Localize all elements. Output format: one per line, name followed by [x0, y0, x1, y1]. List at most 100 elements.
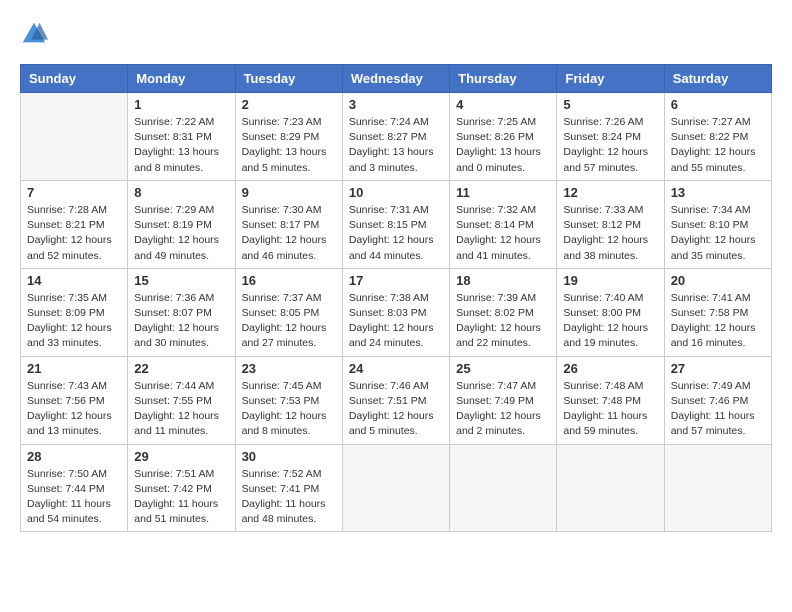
day-info: Sunrise: 7:22 AMSunset: 8:31 PMDaylight:… — [134, 115, 228, 176]
day-cell: 14Sunrise: 7:35 AMSunset: 8:09 PMDayligh… — [21, 268, 128, 356]
day-info: Sunrise: 7:30 AMSunset: 8:17 PMDaylight:… — [242, 203, 336, 264]
day-number: 10 — [349, 185, 443, 200]
day-cell: 4 Sunrise: 7:25 AMSunset: 8:26 PMDaylight… — [450, 93, 557, 181]
header-cell-sunday: Sunday — [21, 65, 128, 93]
day-info: Sunrise: 7:23 AMSunset: 8:29 PMDaylight:… — [242, 115, 336, 176]
day-number: 15 — [134, 273, 228, 288]
day-number: 7 — [27, 185, 121, 200]
day-number: 12 — [563, 185, 657, 200]
day-info: Sunrise: 7:43 AMSunset: 7:56 PMDaylight:… — [27, 379, 121, 440]
day-cell: 7 Sunrise: 7:28 AMSunset: 8:21 PMDaylight… — [21, 180, 128, 268]
day-cell: 30Sunrise: 7:52 AMSunset: 7:41 PMDayligh… — [235, 444, 342, 532]
day-info: Sunrise: 7:34 AMSunset: 8:10 PMDaylight:… — [671, 203, 765, 264]
day-info: Sunrise: 7:49 AMSunset: 7:46 PMDaylight:… — [671, 379, 765, 440]
day-cell: 2 Sunrise: 7:23 AMSunset: 8:29 PMDaylight… — [235, 93, 342, 181]
day-number: 21 — [27, 361, 121, 376]
week-row-2: 14Sunrise: 7:35 AMSunset: 8:09 PMDayligh… — [21, 268, 772, 356]
day-number: 22 — [134, 361, 228, 376]
day-number: 17 — [349, 273, 443, 288]
day-number: 11 — [456, 185, 550, 200]
day-cell: 3 Sunrise: 7:24 AMSunset: 8:27 PMDaylight… — [342, 93, 449, 181]
logo-icon — [20, 20, 48, 48]
day-number: 25 — [456, 361, 550, 376]
day-cell — [342, 444, 449, 532]
day-info: Sunrise: 7:46 AMSunset: 7:51 PMDaylight:… — [349, 379, 443, 440]
day-number: 24 — [349, 361, 443, 376]
day-number: 19 — [563, 273, 657, 288]
day-info: Sunrise: 7:29 AMSunset: 8:19 PMDaylight:… — [134, 203, 228, 264]
calendar-header: SundayMondayTuesdayWednesdayThursdayFrid… — [21, 65, 772, 93]
day-info: Sunrise: 7:50 AMSunset: 7:44 PMDaylight:… — [27, 467, 121, 528]
day-cell: 28 Sunrise: 7:50 AMSunset: 7:44 PMDayligh… — [21, 444, 128, 532]
header-cell-friday: Friday — [557, 65, 664, 93]
day-number: 26 — [563, 361, 657, 376]
day-number: 29 — [134, 449, 228, 464]
day-cell: 17 Sunrise: 7:38 AMSunset: 8:03 PMDayligh… — [342, 268, 449, 356]
day-cell: 15Sunrise: 7:36 AMSunset: 8:07 PMDayligh… — [128, 268, 235, 356]
day-cell: 12 Sunrise: 7:33 AMSunset: 8:12 PMDayligh… — [557, 180, 664, 268]
day-cell: 27 Sunrise: 7:49 AMSunset: 7:46 PMDayligh… — [664, 356, 771, 444]
day-number: 1 — [134, 97, 228, 112]
header-cell-saturday: Saturday — [664, 65, 771, 93]
day-number: 18 — [456, 273, 550, 288]
day-number: 3 — [349, 97, 443, 112]
logo — [20, 20, 52, 48]
day-number: 20 — [671, 273, 765, 288]
header-cell-wednesday: Wednesday — [342, 65, 449, 93]
header-cell-tuesday: Tuesday — [235, 65, 342, 93]
day-cell: 16Sunrise: 7:37 AMSunset: 8:05 PMDayligh… — [235, 268, 342, 356]
calendar-table: SundayMondayTuesdayWednesdayThursdayFrid… — [20, 64, 772, 532]
day-cell: 22 Sunrise: 7:44 AMSunset: 7:55 PMDayligh… — [128, 356, 235, 444]
day-cell: 24 Sunrise: 7:46 AMSunset: 7:51 PMDayligh… — [342, 356, 449, 444]
day-cell: 23Sunrise: 7:45 AMSunset: 7:53 PMDayligh… — [235, 356, 342, 444]
day-info: Sunrise: 7:33 AMSunset: 8:12 PMDaylight:… — [563, 203, 657, 264]
page-header — [20, 20, 772, 48]
day-number: 30 — [242, 449, 336, 464]
day-cell — [21, 93, 128, 181]
day-info: Sunrise: 7:38 AMSunset: 8:03 PMDaylight:… — [349, 291, 443, 352]
day-info: Sunrise: 7:39 AMSunset: 8:02 PMDaylight:… — [456, 291, 550, 352]
day-info: Sunrise: 7:44 AMSunset: 7:55 PMDaylight:… — [134, 379, 228, 440]
day-info: Sunrise: 7:31 AMSunset: 8:15 PMDaylight:… — [349, 203, 443, 264]
header-cell-monday: Monday — [128, 65, 235, 93]
day-cell: 9 Sunrise: 7:30 AMSunset: 8:17 PMDaylight… — [235, 180, 342, 268]
day-info: Sunrise: 7:45 AMSunset: 7:53 PMDaylight:… — [242, 379, 336, 440]
day-cell: 19 Sunrise: 7:40 AMSunset: 8:00 PMDayligh… — [557, 268, 664, 356]
day-cell: 1 Sunrise: 7:22 AMSunset: 8:31 PMDaylight… — [128, 93, 235, 181]
day-number: 13 — [671, 185, 765, 200]
week-row-1: 7 Sunrise: 7:28 AMSunset: 8:21 PMDaylight… — [21, 180, 772, 268]
week-row-3: 21 Sunrise: 7:43 AMSunset: 7:56 PMDayligh… — [21, 356, 772, 444]
day-number: 28 — [27, 449, 121, 464]
day-info: Sunrise: 7:48 AMSunset: 7:48 PMDaylight:… — [563, 379, 657, 440]
day-cell: 20 Sunrise: 7:41 AMSunset: 7:58 PMDayligh… — [664, 268, 771, 356]
day-number: 27 — [671, 361, 765, 376]
day-cell: 5Sunrise: 7:26 AMSunset: 8:24 PMDaylight… — [557, 93, 664, 181]
day-number: 8 — [134, 185, 228, 200]
day-cell: 8 Sunrise: 7:29 AMSunset: 8:19 PMDaylight… — [128, 180, 235, 268]
day-info: Sunrise: 7:25 AMSunset: 8:26 PMDaylight:… — [456, 115, 550, 176]
day-info: Sunrise: 7:28 AMSunset: 8:21 PMDaylight:… — [27, 203, 121, 264]
week-row-4: 28 Sunrise: 7:50 AMSunset: 7:44 PMDayligh… — [21, 444, 772, 532]
day-number: 4 — [456, 97, 550, 112]
day-number: 2 — [242, 97, 336, 112]
day-cell: 26 Sunrise: 7:48 AMSunset: 7:48 PMDayligh… — [557, 356, 664, 444]
day-info: Sunrise: 7:47 AMSunset: 7:49 PMDaylight:… — [456, 379, 550, 440]
day-cell: 25 Sunrise: 7:47 AMSunset: 7:49 PMDayligh… — [450, 356, 557, 444]
day-cell: 6 Sunrise: 7:27 AMSunset: 8:22 PMDaylight… — [664, 93, 771, 181]
header-cell-thursday: Thursday — [450, 65, 557, 93]
day-number: 6 — [671, 97, 765, 112]
day-cell — [557, 444, 664, 532]
day-info: Sunrise: 7:35 AMSunset: 8:09 PMDaylight:… — [27, 291, 121, 352]
day-cell — [664, 444, 771, 532]
day-info: Sunrise: 7:24 AMSunset: 8:27 PMDaylight:… — [349, 115, 443, 176]
day-cell: 13 Sunrise: 7:34 AMSunset: 8:10 PMDayligh… — [664, 180, 771, 268]
day-cell: 18 Sunrise: 7:39 AMSunset: 8:02 PMDayligh… — [450, 268, 557, 356]
day-cell: 10 Sunrise: 7:31 AMSunset: 8:15 PMDayligh… — [342, 180, 449, 268]
day-info: Sunrise: 7:41 AMSunset: 7:58 PMDaylight:… — [671, 291, 765, 352]
day-info: Sunrise: 7:40 AMSunset: 8:00 PMDaylight:… — [563, 291, 657, 352]
day-cell: 21 Sunrise: 7:43 AMSunset: 7:56 PMDayligh… — [21, 356, 128, 444]
day-number: 9 — [242, 185, 336, 200]
header-row: SundayMondayTuesdayWednesdayThursdayFrid… — [21, 65, 772, 93]
day-info: Sunrise: 7:27 AMSunset: 8:22 PMDaylight:… — [671, 115, 765, 176]
day-info: Sunrise: 7:32 AMSunset: 8:14 PMDaylight:… — [456, 203, 550, 264]
